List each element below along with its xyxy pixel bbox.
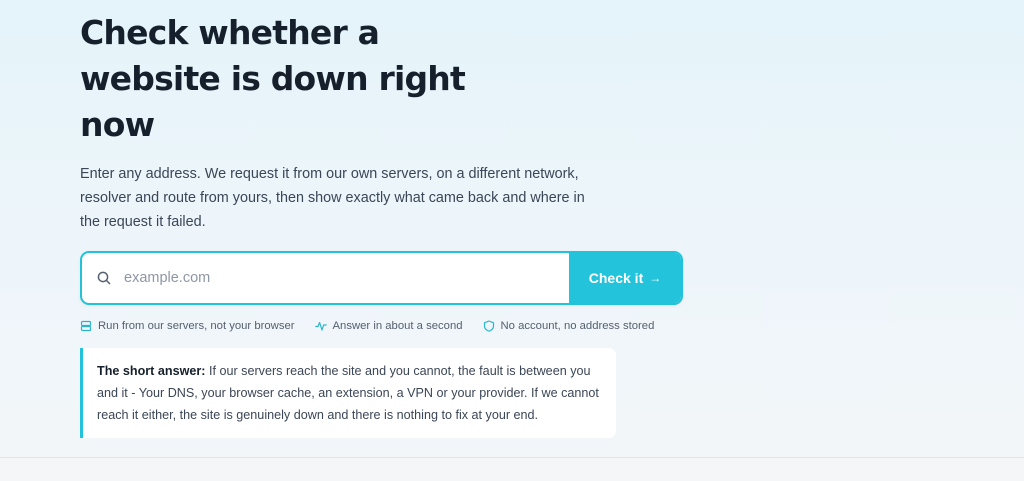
feature-label: Answer in about a second xyxy=(332,320,463,332)
feature-item: Answer in about a second xyxy=(314,320,463,332)
search-field xyxy=(82,253,569,303)
lead-paragraph: Enter any address. We request it from ou… xyxy=(80,166,585,230)
url-check-form: Check it → xyxy=(80,251,683,305)
feature-list: Run from our servers, not your browser A… xyxy=(80,320,700,332)
feature-item: Run from our servers, not your browser xyxy=(80,320,295,332)
arrow-right-icon: → xyxy=(649,271,662,285)
search-icon xyxy=(96,270,112,286)
shield-icon xyxy=(483,320,495,332)
page-title: Check whether a website is down right no… xyxy=(80,13,466,144)
feature-item: No account, no address stored xyxy=(483,320,655,332)
next-section xyxy=(0,458,1024,481)
short-answer-callout: The short answer: If our servers reach t… xyxy=(80,348,616,438)
url-input[interactable] xyxy=(124,253,569,303)
server-icon xyxy=(80,320,92,332)
short-answer-heading: The short answer: xyxy=(97,364,209,378)
feature-label: No account, no address stored xyxy=(500,320,655,332)
activity-icon xyxy=(314,320,327,332)
feature-label: Run from our servers, not your browser xyxy=(98,320,295,332)
hero-section: Check whether a website is down right no… xyxy=(80,0,700,438)
check-it-button[interactable]: Check it → xyxy=(569,253,681,303)
check-it-button-label: Check it xyxy=(588,270,644,286)
